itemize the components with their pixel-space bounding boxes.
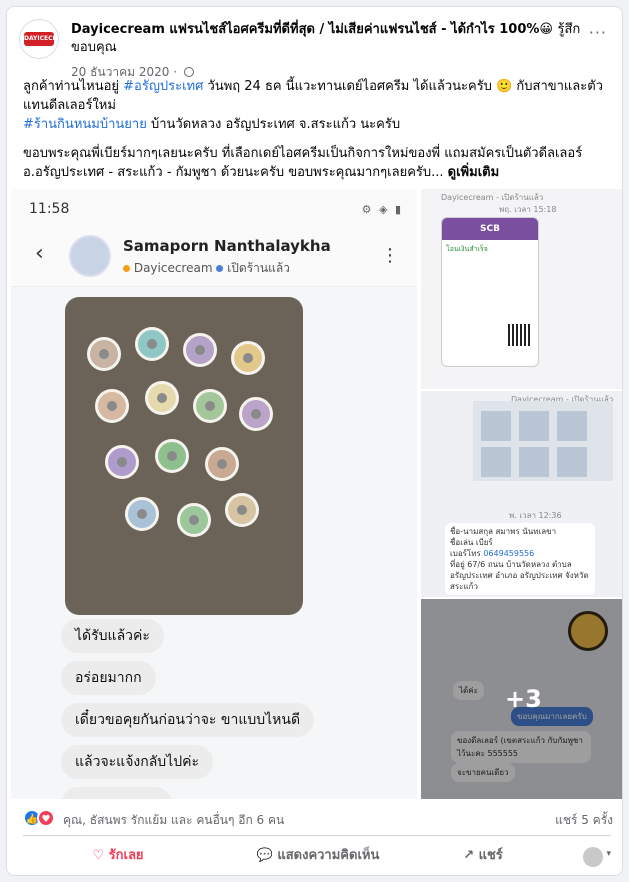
s1-time: พฤ. เวลา 15:18 bbox=[499, 205, 557, 214]
s2-time: พ. เวลา 12:36 bbox=[509, 511, 562, 520]
ice-cream-cups-photo bbox=[65, 297, 303, 615]
public-globe-icon bbox=[183, 67, 194, 77]
cup-1 bbox=[87, 337, 121, 371]
addr-line: ชื่อ-นามสกุล สมาพร นันทเลขา bbox=[450, 527, 557, 536]
status-time: 11:58 bbox=[29, 201, 70, 217]
addr-line: ที่อยู่ 67/6 ถนน บ้านวัดหลวง ตำบล อรัญปร… bbox=[450, 560, 589, 591]
scb-label: SCB bbox=[442, 218, 538, 240]
addr-line: ชื่อเล่น เบียร์ bbox=[450, 538, 493, 547]
chevron-down-icon[interactable]: ▾ bbox=[606, 849, 611, 859]
post-header: DAYICECREAM Dayicecream แฟรนไชส์ไอศครีมท… bbox=[19, 17, 611, 79]
cup-13 bbox=[177, 503, 211, 537]
share-count[interactable]: แชร์ 5 ครั้ง bbox=[555, 811, 613, 830]
love-button[interactable]: ♡ รักเลย bbox=[23, 841, 213, 871]
contact-sub-2: เปิดร้านแล้ว bbox=[227, 261, 290, 275]
page-logo: DAYICECREAM bbox=[24, 32, 58, 46]
hashtag-aranyaprathet[interactable]: #อรัญประเทศ bbox=[123, 79, 203, 94]
scb-status: โอนเงินสำเร็จ bbox=[446, 245, 488, 253]
status-icons: ⚙ ◈ ▮ bbox=[361, 203, 403, 216]
action-bar: ♡ รักเลย 💬 แสดงความคิดเห็น ↗ แชร์ ▾ bbox=[23, 837, 611, 875]
phone-status-bar: 11:58 ⚙ ◈ ▮ bbox=[11, 189, 417, 227]
cup-5 bbox=[95, 389, 129, 423]
chat-screenshot-image[interactable]: 11:58 ⚙ ◈ ▮ ‹ Samaporn Nanthalaykha Dayi… bbox=[11, 189, 417, 799]
contact-sub-1: Dayicecream bbox=[133, 261, 213, 275]
post-card: DAYICECREAM Dayicecream แฟรนไชส์ไอศครีมท… bbox=[6, 6, 623, 876]
thumbnail-grid bbox=[473, 401, 613, 481]
side-image-1[interactable]: Dayicecream - เปิดร้านแล้ว พฤ. เวลา 15:1… bbox=[421, 189, 622, 389]
contact-avatar bbox=[69, 235, 111, 277]
thumb bbox=[519, 411, 549, 441]
para1-text-a: ลูกค้าท่านไหนอยู่ bbox=[23, 79, 124, 94]
qr-code-icon bbox=[508, 324, 530, 346]
side-image-2[interactable]: Dayicecream - เปิดร้านแล้ว พ. เวลา 12:36… bbox=[421, 391, 622, 597]
reactions-bar: 👍 ♥ คุณ, ธัสนพร รักแย้ม และ คนอื่นๆ อีก … bbox=[23, 807, 613, 831]
back-arrow-icon: ‹ bbox=[35, 241, 44, 266]
cup-12 bbox=[125, 497, 159, 531]
scb-slip: SCB โอนเงินสำเร็จ bbox=[441, 217, 539, 367]
cup-8 bbox=[239, 397, 273, 431]
chat-message: แล้วจะแจ้งกลับไปค่ะ bbox=[61, 745, 214, 779]
viewer-avatar[interactable] bbox=[583, 847, 603, 867]
thumb bbox=[481, 411, 511, 441]
contact-subtitle: Dayicecream เปิดร้านแล้ว bbox=[123, 259, 290, 278]
thumb bbox=[481, 447, 511, 477]
chat-message: เดี๋ยวขอคุยกันก่อนว่าจะ ขาแบบไหนดี bbox=[61, 703, 315, 737]
addr-tel-label: เบอร์โทร bbox=[450, 549, 484, 558]
more-photos-count: +3 bbox=[505, 685, 542, 713]
contact-name: Samaporn Nanthalaykha bbox=[123, 237, 331, 255]
chat-message: ขอบคุณนะคะ bbox=[61, 787, 173, 799]
share-button[interactable]: ↗ แชร์ bbox=[423, 841, 543, 871]
chat-header: ‹ Samaporn Nanthalaykha Dayicecream เปิด… bbox=[11, 227, 417, 287]
page-title: Dayicecream แฟรนไชส์ไอศครีมที่ดีที่สุด /… bbox=[71, 21, 591, 57]
cup-11 bbox=[205, 447, 239, 481]
thumb bbox=[557, 411, 587, 441]
hashtag-shop[interactable]: #ร้านกินหนมบ้านยาย bbox=[23, 117, 147, 132]
cup-3 bbox=[183, 333, 217, 367]
more-photos-overlay[interactable]: +3 bbox=[421, 599, 622, 799]
chat-message: อร่อยมากก bbox=[61, 661, 156, 695]
footer-divider bbox=[23, 835, 611, 836]
addr-line: เบอร์โทร 0649459556 bbox=[450, 548, 590, 559]
love-reaction-icon: ♥ bbox=[37, 809, 55, 827]
side-image-3[interactable]: ได้ค่ะ ขอบคุณมากเลยครับ ของดีลเลอร์ (เขต… bbox=[421, 599, 622, 799]
post-text: ลูกค้าท่านไหนอยู่ #อรัญประเทศ วันพฤ 24 ธ… bbox=[23, 77, 613, 192]
post-options-button[interactable]: ··· bbox=[589, 23, 607, 42]
thumb bbox=[519, 447, 549, 477]
cup-2 bbox=[135, 327, 169, 361]
address-message: ชื่อ-นามสกุล สมาพร นันทเลขา ชื่อเล่น เบี… bbox=[445, 523, 595, 595]
post-para-1: ลูกค้าท่านไหนอยู่ #อรัญประเทศ วันพฤ 24 ธ… bbox=[23, 77, 613, 134]
cup-7 bbox=[193, 389, 227, 423]
page-avatar[interactable]: DAYICECREAM bbox=[19, 19, 59, 59]
post-media: 11:58 ⚙ ◈ ▮ ‹ Samaporn Nanthalaykha Dayi… bbox=[7, 187, 622, 799]
cup-9 bbox=[105, 445, 139, 479]
cup-4 bbox=[231, 341, 265, 375]
cup-6 bbox=[145, 381, 179, 415]
para2-text: บ้านวัดหลวง อรัญประเทศ จ.สระแก้ว นะครับ bbox=[146, 117, 401, 132]
chat-message: ได้รับแล้วค่ะ bbox=[61, 619, 164, 653]
addr-tel: 0649459556 bbox=[483, 549, 535, 558]
page-name-link[interactable]: Dayicecream แฟรนไชส์ไอศครีมที่ดีที่สุด /… bbox=[71, 22, 553, 37]
see-more-link[interactable]: ดูเพิ่มเติม bbox=[448, 165, 499, 180]
reaction-summary[interactable]: คุณ, ธัสนพร รักแย้ม และ คนอื่นๆ อีก 6 คน bbox=[63, 811, 284, 830]
thumb bbox=[557, 447, 587, 477]
cup-14 bbox=[225, 493, 259, 527]
kebab-menu-icon: ⋮ bbox=[381, 245, 399, 266]
cup-10 bbox=[155, 439, 189, 473]
comment-button[interactable]: 💬 แสดงความคิดเห็น bbox=[213, 841, 423, 871]
post-para-3: ขอบพระคุณพี่เบียร์มากๆเลยนะครับ ที่เลือก… bbox=[23, 144, 613, 182]
blue-dot-icon bbox=[216, 265, 224, 272]
orange-dot-icon bbox=[123, 265, 130, 272]
